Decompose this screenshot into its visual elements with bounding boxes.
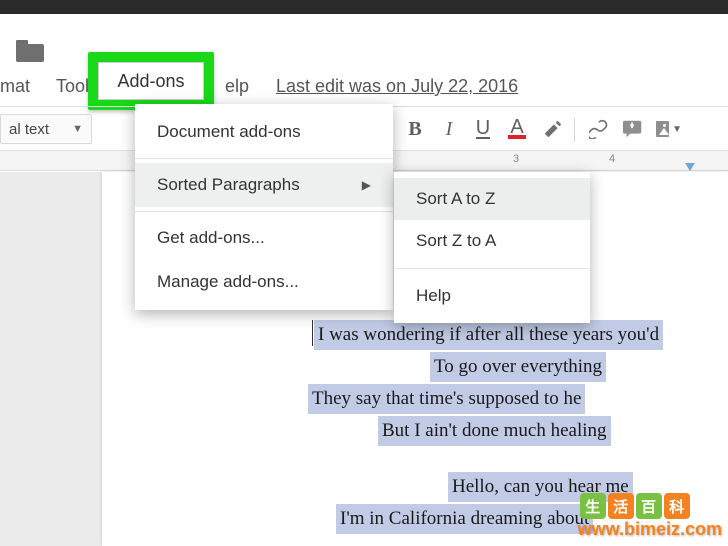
chevron-down-icon: ▼ [672, 124, 682, 135]
selected-text-line[interactable]: They say that time's supposed to he [308, 384, 585, 414]
last-edit-link[interactable]: Last edit was on July 22, 2016 [276, 70, 518, 102]
ruler-tick-label: 4 [609, 153, 615, 165]
watermark-char: 科 [664, 493, 690, 519]
paragraph-style-label: al text [9, 121, 49, 138]
paragraph-style-select[interactable]: al text ▼ [0, 114, 92, 144]
text-color-button[interactable]: A [504, 116, 530, 142]
addons-menu-manage-addons[interactable]: Manage add-ons... [135, 260, 393, 304]
text-color-glyph: A [510, 120, 523, 134]
image-icon [656, 121, 669, 137]
submenu-sort-a-to-z[interactable]: Sort A to Z [394, 178, 590, 220]
selected-text-line[interactable]: To go over everything [430, 352, 606, 382]
highlight-color-button[interactable] [540, 116, 566, 142]
addons-dropdown: Document add-ons Sorted Paragraphs ▶ Get… [135, 104, 393, 310]
addons-highlight-box: Add-ons [88, 52, 214, 110]
watermark-char: 生 [580, 493, 606, 519]
italic-button[interactable]: I [436, 116, 462, 142]
text-color-bar [508, 135, 526, 139]
underline-glyph: U [476, 120, 490, 139]
selected-text-line[interactable]: But I ain't done much healing [378, 416, 611, 446]
watermark-char: 百 [636, 493, 662, 519]
ruler-tick-label: 3 [513, 153, 519, 165]
menu-separator [135, 158, 393, 159]
underline-button[interactable]: U [470, 116, 496, 142]
addons-menu-sorted-paragraphs[interactable]: Sorted Paragraphs ▶ [135, 163, 393, 207]
bold-button[interactable]: B [402, 116, 428, 142]
addons-menu-get-addons[interactable]: Get add-ons... [135, 216, 393, 260]
menu-item-label: Sorted Paragraphs [157, 175, 300, 195]
text-cursor [312, 320, 313, 346]
insert-image-button[interactable]: ▼ [656, 116, 682, 142]
watermark-char: 活 [608, 493, 634, 519]
submenu-arrow-icon: ▶ [362, 178, 371, 192]
add-comment-button[interactable] [620, 116, 646, 142]
menu-item-label: Manage add-ons... [157, 272, 299, 292]
addons-menu-document-addons[interactable]: Document add-ons [135, 110, 393, 154]
menu-item-label: Document add-ons [157, 122, 301, 142]
selected-text-line[interactable]: I was wondering if after all these years… [314, 320, 663, 350]
ruler-indent-marker[interactable] [685, 163, 695, 171]
toolbar-separator [574, 118, 575, 142]
submenu-help[interactable]: Help [394, 275, 590, 317]
menu-separator [394, 268, 590, 269]
menu-help[interactable]: elp [225, 70, 249, 102]
watermark-url: www.bimeiz.com [578, 519, 722, 540]
cropped-top-bar [0, 0, 728, 14]
menu-item-label: Sort Z to A [416, 231, 496, 251]
menu-item-label: Sort A to Z [416, 189, 495, 209]
watermark: 生 活 百 科 www.bimeiz.com [580, 493, 722, 540]
sorted-paragraphs-submenu: Sort A to Z Sort Z to A Help [394, 172, 590, 323]
selected-text-line[interactable]: I'm in California dreaming about [336, 504, 593, 534]
menu-separator [135, 211, 393, 212]
menu-format[interactable]: mat [0, 70, 44, 102]
submenu-sort-z-to-a[interactable]: Sort Z to A [394, 220, 590, 262]
chevron-down-icon: ▼ [72, 123, 83, 135]
menu-addons[interactable]: Add-ons [98, 62, 204, 100]
menu-item-label: Get add-ons... [157, 228, 265, 248]
folder-icon[interactable] [16, 40, 44, 62]
menu-item-label: Help [416, 286, 451, 306]
insert-link-button[interactable] [586, 116, 612, 142]
